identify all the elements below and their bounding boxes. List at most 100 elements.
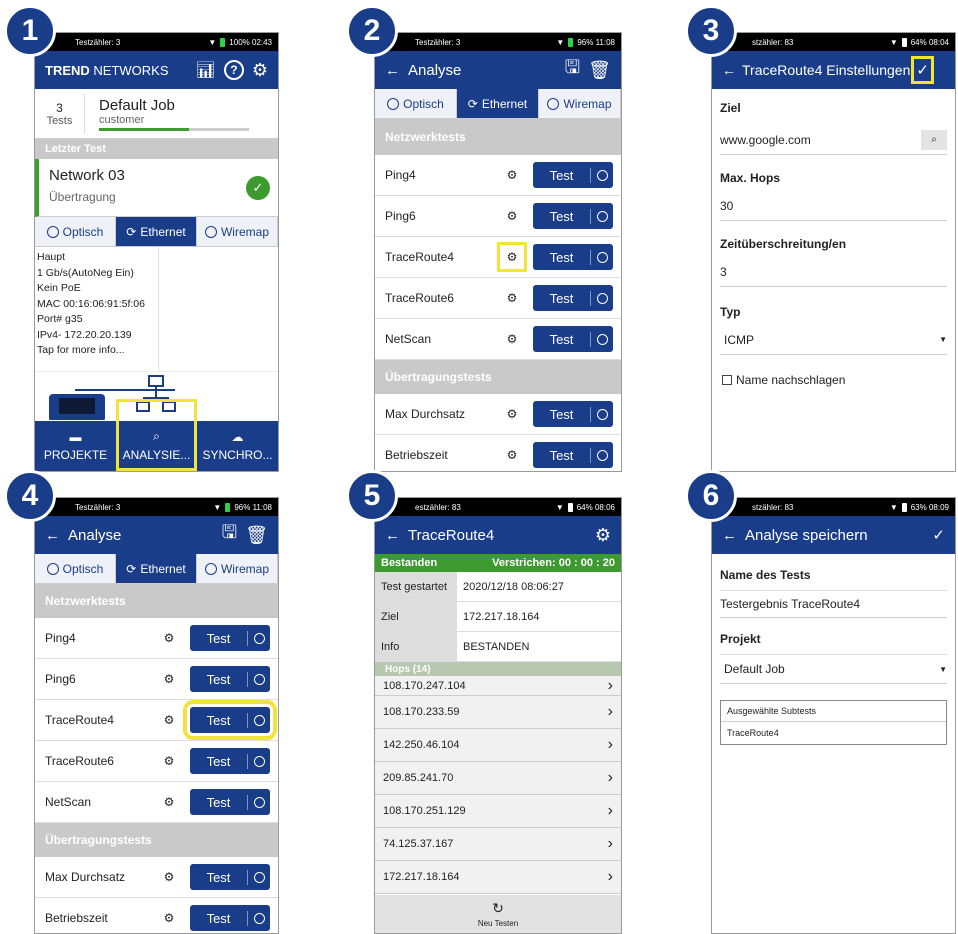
save-icon[interactable]: 🖫 — [565, 55, 580, 85]
status-time: 96% 11:08 — [234, 502, 272, 512]
screen-save-analysis: stzähler: 83 ▼ 63% 08:09 ← Analyse speicher… — [711, 497, 956, 934]
hop-row[interactable]: 108.170.233.59 › — [375, 696, 621, 729]
confirm-check-icon[interactable]: ✓ — [911, 56, 934, 84]
test-button[interactable]: Test — [190, 666, 270, 692]
test-name-input[interactable]: Testergebnis TraceRoute4 — [720, 590, 947, 618]
link-info[interactable]: Haupt 1 Gb/s(AutoNeg Ein) Kein PoE MAC 0… — [35, 247, 278, 371]
gear-icon[interactable]: ⚙ — [158, 709, 180, 731]
status-time: 64% 08:04 — [910, 37, 949, 47]
back-arrow-icon[interactable]: ← — [45, 527, 60, 544]
gear-icon[interactable]: ⚙ — [158, 750, 180, 772]
screen-traceroute-settings: stzähler: 83 ▼ 64% 08:04 ← TraceRoute4 Eins… — [711, 32, 956, 472]
gear-icon[interactable]: ⚙ — [158, 791, 180, 813]
gear-icon[interactable]: ⚙ — [501, 205, 523, 227]
gear-icon[interactable]: ⚙ — [501, 444, 523, 466]
hop-row[interactable]: 108.170.251.129 › — [375, 795, 621, 828]
tab-optisch[interactable]: Optisch — [35, 554, 116, 583]
trash-icon[interactable]: 🗑 — [245, 525, 268, 546]
save-icon[interactable]: 🖫 — [222, 520, 237, 550]
tab-optisch[interactable]: Optisch — [375, 89, 457, 118]
last-test-name: Network 03 — [49, 167, 125, 184]
max-hops-label: Max. Hops — [720, 171, 781, 185]
test-button[interactable]: Test — [533, 244, 613, 270]
test-button[interactable]: Test — [190, 748, 270, 774]
checkbox-icon[interactable] — [722, 375, 732, 385]
tab-optisch[interactable]: Optisch — [35, 217, 116, 246]
help-icon[interactable]: ? — [223, 60, 244, 80]
gear-icon[interactable]: ⚙ — [501, 328, 523, 350]
gear-icon[interactable]: ⚙ — [252, 60, 268, 81]
test-button[interactable]: Test — [533, 203, 613, 229]
nav-synchro[interactable]: ☁ SYNCHRO... — [197, 421, 278, 471]
back-arrow-icon[interactable]: ← — [385, 527, 400, 544]
test-button[interactable]: Test — [533, 285, 613, 311]
target-input[interactable]: www.google.com ⌕ — [720, 125, 947, 155]
radio-icon — [204, 225, 217, 238]
wifi-icon: ▼ — [555, 502, 564, 512]
hop-row[interactable]: 142.250.46.104 › — [375, 729, 621, 762]
test-row-max-durchsatz: Max Durchsatz ⚙ Test — [375, 394, 621, 435]
test-row-netscan: NetScan ⚙ Test — [375, 319, 621, 360]
status-bar: Testzähler: 3 ▼ 96% 11:08 — [375, 33, 621, 51]
test-button[interactable]: Test — [533, 401, 613, 427]
back-arrow-icon[interactable]: ← — [722, 527, 737, 544]
back-arrow-icon[interactable]: ← — [722, 62, 736, 78]
status-time: 63% 08:09 — [910, 502, 949, 512]
trash-icon[interactable]: 🗑 — [588, 60, 611, 81]
search-icon[interactable]: ⌕ — [921, 129, 947, 150]
timeout-input[interactable]: 3 — [720, 257, 947, 287]
gear-icon[interactable]: ⚙ — [497, 242, 527, 272]
confirm-check-icon[interactable]: ✓ — [932, 526, 945, 544]
back-arrow-icon[interactable]: ← — [385, 62, 400, 79]
hop-row[interactable]: 172.217.18.164 › — [375, 861, 621, 894]
hop-row[interactable]: 74.125.37.167 › — [375, 828, 621, 861]
chart-icon[interactable]: 📊︎ — [196, 60, 216, 80]
tab-wiremap[interactable]: Wiremap — [197, 554, 278, 583]
job-card[interactable]: 3 Tests Default Job customer — [35, 89, 278, 139]
tab-wiremap[interactable]: Wiremap — [539, 89, 621, 118]
test-button[interactable]: Test — [533, 326, 613, 352]
job-name: Default Job — [99, 96, 175, 114]
test-button[interactable]: Test — [533, 442, 613, 468]
tab-wiremap[interactable]: Wiremap — [197, 217, 278, 246]
status-counter: Testzähler: 3 — [75, 502, 121, 512]
test-button[interactable]: Test — [190, 864, 270, 890]
max-hops-input[interactable]: 30 — [720, 191, 947, 221]
wifi-icon: ▼ — [213, 502, 222, 512]
tab-ethernet[interactable]: ⟳ Ethernet — [457, 89, 539, 118]
elapsed-time: Verstrichen: 00 : 00 : 20 — [492, 557, 615, 569]
gear-icon[interactable]: ⚙ — [158, 907, 180, 929]
lookup-checkbox-row[interactable]: Name nachschlagen — [722, 373, 945, 387]
test-button[interactable]: Test — [190, 789, 270, 815]
hop-row[interactable]: 108.170.247.104 › — [375, 676, 621, 696]
gear-icon[interactable]: ⚙ — [158, 668, 180, 690]
gear-icon[interactable]: ⚙ — [158, 627, 180, 649]
nav-projekte[interactable]: ▬ PROJEKTE — [35, 421, 116, 471]
gear-icon[interactable]: ⚙ — [501, 287, 523, 309]
gear-icon[interactable]: ⚙ — [501, 164, 523, 186]
nav-analyse[interactable]: ⌕ ANALYSIE... — [116, 399, 197, 471]
test-button[interactable]: Test — [533, 162, 613, 188]
last-test-card[interactable]: Network 03 Übertragung ✓ — [35, 159, 278, 217]
job-test-count: 3 — [56, 100, 63, 115]
test-button[interactable]: Test — [190, 625, 270, 651]
project-select[interactable]: Default Job ▼ — [720, 654, 947, 684]
hop-row[interactable]: 209.85.241.70 › — [375, 762, 621, 795]
app-bar: ← Analyse speichern ✓ — [712, 516, 955, 554]
gear-icon[interactable]: ⚙ — [595, 525, 611, 546]
chevron-right-icon: › — [607, 868, 613, 885]
tab-ethernet[interactable]: ⟳ Ethernet — [116, 217, 197, 246]
tab-ethernet[interactable]: ⟳ Ethernet — [116, 554, 197, 583]
job-progress-bar — [99, 127, 249, 131]
chevron-right-icon: › — [607, 835, 613, 852]
retest-button[interactable]: ↻ Neu Testen — [375, 895, 621, 933]
step-badge-1: 1 — [4, 5, 56, 57]
gear-icon[interactable]: ⚙ — [501, 403, 523, 425]
test-button[interactable]: Test — [190, 905, 270, 931]
test-button[interactable]: Test — [183, 700, 277, 740]
subtests-box: Ausgewählte Subtests TraceRoute4 — [720, 700, 947, 745]
gear-icon[interactable]: ⚙ — [158, 866, 180, 888]
chevron-right-icon: › — [607, 736, 613, 753]
type-select[interactable]: ICMP ▼ — [720, 325, 947, 355]
subtest-item[interactable]: TraceRoute4 — [721, 722, 946, 744]
